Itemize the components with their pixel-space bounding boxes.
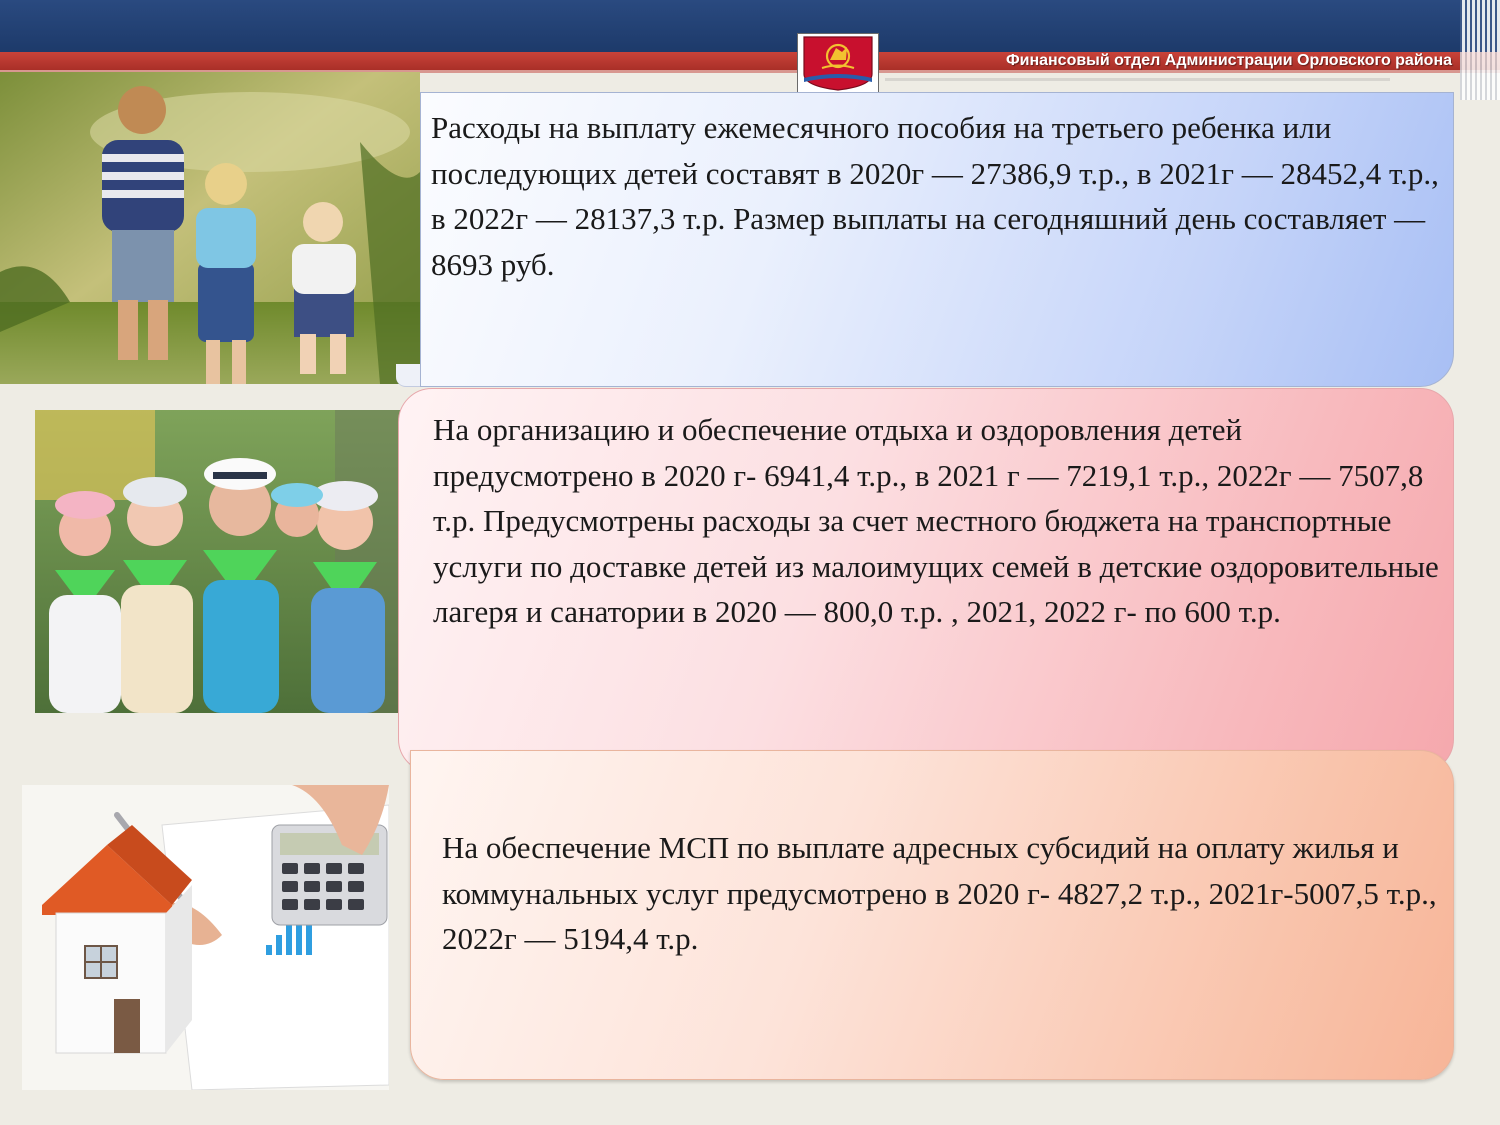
decorative-stripes-dark <box>1460 0 1500 52</box>
header-top-band <box>0 0 1500 52</box>
housing-finance-photo <box>22 785 389 1090</box>
children-by-lake-photo <box>0 72 420 384</box>
housing-subsidy-info-box: На обеспечение МСП по выплате адресных с… <box>410 750 1454 1080</box>
children-camp-photo <box>35 410 420 713</box>
child-allowance-info-box: Расходы на выплату ежемесячного пособия … <box>420 92 1454 387</box>
coat-of-arms-icon <box>797 33 879 93</box>
housing-subsidy-text: На обеспечение МСП по выплате адресных с… <box>442 830 1437 956</box>
children-recreation-info-box: На организацию и обеспечение отдыха и оз… <box>398 388 1454 773</box>
children-recreation-text: На организацию и обеспечение отдыха и оз… <box>433 412 1439 629</box>
child-allowance-text: Расходы на выплату ежемесячного пособия … <box>431 110 1439 282</box>
header-underline <box>885 78 1390 81</box>
header-title: Финансовый отдел Администрации Орловског… <box>1005 52 1452 69</box>
